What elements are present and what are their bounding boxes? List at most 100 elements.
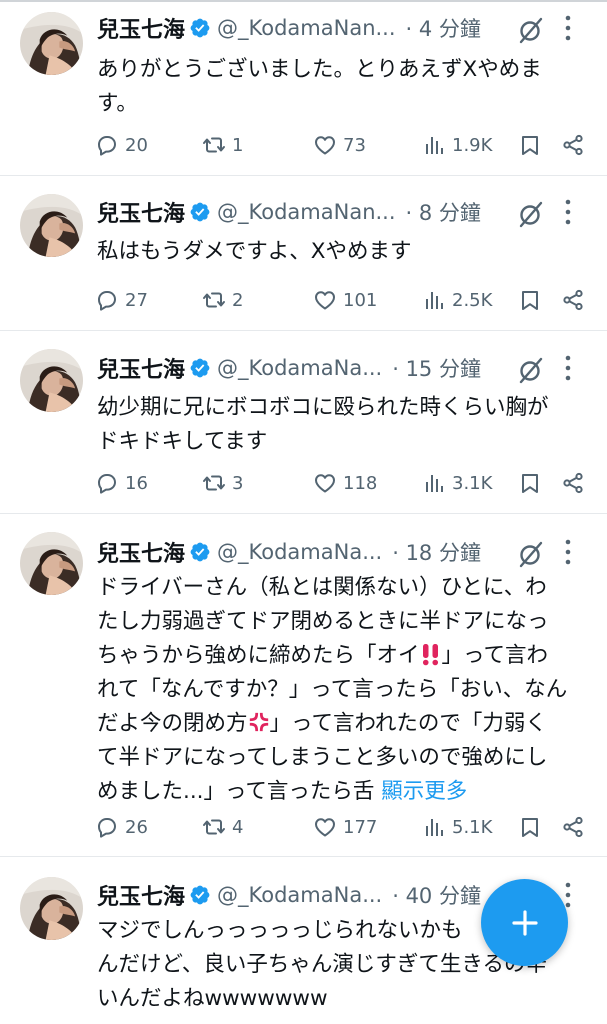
display-name[interactable]: 兒玉七海 [97, 12, 185, 44]
tweet-text: ドライバーさん（私とは関係ない）ひとに、わ たし力弱過ぎてドア閉めるときに半ドア… [97, 571, 592, 809]
more-vertical-icon[interactable] [565, 354, 571, 382]
user-handle[interactable]: @_KodamaNa... [217, 540, 382, 564]
action-bar: 27 2 101 2.5K [95, 285, 595, 315]
like-button[interactable]: 101 [313, 285, 377, 315]
tweet-text-line: ドキドキしてます [97, 429, 268, 454]
retweet-count: 2 [232, 289, 244, 311]
retweet-button[interactable]: 2 [202, 285, 243, 315]
more-vertical-icon[interactable] [565, 881, 571, 909]
reply-icon [95, 815, 119, 839]
timestamp[interactable]: · 40 分鐘 [392, 880, 481, 910]
bookmark-icon [518, 133, 542, 157]
display-name[interactable]: 兒玉七海 [97, 352, 185, 384]
user-handle[interactable]: @_KodamaNa... [217, 883, 382, 907]
tweet-text-line: ドライバーさん（私とは関係ない）ひとに、わ [97, 575, 547, 600]
compose-button[interactable] [481, 879, 568, 966]
tweet[interactable]: 兒玉七海 @_KodamaNa... · 15 分鐘 幼少期に兄にボコボコに殴ら… [0, 331, 607, 514]
avatar[interactable] [20, 12, 83, 75]
retweet-icon [202, 133, 226, 157]
like-button[interactable]: 118 [313, 468, 377, 498]
reply-button[interactable]: 26 [95, 812, 148, 842]
grok-icon[interactable] [517, 200, 545, 228]
heart-icon [313, 815, 337, 839]
user-handle[interactable]: @_KodamaNan... [217, 200, 396, 224]
tweet[interactable]: 兒玉七海 @_KodamaNan... · 4 分鐘 ありがとうございました。と… [0, 0, 607, 176]
views-button[interactable]: 2.5K [422, 285, 492, 315]
tweet-text-span: だよ今の閉め方 [97, 711, 248, 736]
avatar[interactable] [20, 877, 83, 940]
tweet[interactable]: 兒玉七海 @_KodamaNa... · 18 分鐘 ドライバーさん（私とは関係… [0, 514, 607, 857]
timestamp[interactable]: · 15 分鐘 [392, 353, 481, 383]
tweet-text-line: ありがとうございました。とりあえずXやめま [97, 57, 542, 82]
tweet-text-line: めました...」って言ったら舌 顯示更多 [97, 775, 592, 809]
bookmark-icon [518, 471, 542, 495]
grok-icon[interactable] [517, 16, 545, 44]
tweet-text: 幼少期に兄にボコボコに殴られた時くらい胸が ドキドキしてます [97, 391, 592, 459]
avatar[interactable] [20, 349, 83, 412]
action-bar: 20 1 73 1.9K [95, 130, 595, 160]
grok-icon[interactable] [517, 540, 545, 568]
display-name[interactable]: 兒玉七海 [97, 536, 185, 568]
retweet-button[interactable]: 4 [202, 812, 243, 842]
heart-icon [313, 288, 337, 312]
display-name[interactable]: 兒玉七海 [97, 196, 185, 228]
share-button[interactable] [561, 285, 591, 315]
retweet-icon [202, 288, 226, 312]
verified-badge-icon [189, 884, 211, 906]
more-vertical-icon[interactable] [565, 14, 571, 42]
like-count: 118 [343, 472, 378, 494]
reply-button[interactable]: 20 [95, 130, 148, 160]
retweet-count: 4 [232, 816, 244, 838]
display-name[interactable]: 兒玉七海 [97, 879, 185, 911]
bookmark-button[interactable] [518, 812, 548, 842]
more-vertical-icon[interactable] [565, 198, 571, 226]
share-button[interactable] [561, 468, 591, 498]
more-vertical-icon[interactable] [565, 538, 571, 566]
retweet-icon [202, 815, 226, 839]
action-bar: 26 4 177 5.1K [95, 812, 595, 842]
view-count: 2.5K [452, 289, 493, 311]
verified-badge-icon [189, 541, 211, 563]
verified-badge-icon [189, 201, 211, 223]
timestamp[interactable]: · 4 分鐘 [406, 13, 481, 43]
grok-icon[interactable] [517, 356, 545, 384]
show-more-link[interactable]: 顯示更多 [381, 779, 467, 804]
plus-icon [511, 909, 538, 936]
user-handle[interactable]: @_KodamaNa... [217, 356, 382, 380]
retweet-icon [202, 471, 226, 495]
tweet[interactable]: 兒玉七海 @_KodamaNan... · 8 分鐘 私はもうダメですよ、Xやめ… [0, 176, 607, 331]
tweet-text-line: ちゃうから強めに締めたら「オイ 」って言わ [97, 639, 592, 673]
reply-button[interactable]: 16 [95, 468, 148, 498]
timestamp[interactable]: · 18 分鐘 [392, 537, 481, 567]
tweet-text-line: だよ今の閉め方 」って言われたので「力弱く [97, 707, 592, 741]
bookmark-button[interactable] [518, 130, 548, 160]
like-button[interactable]: 73 [313, 130, 366, 160]
like-count: 177 [343, 816, 378, 838]
like-button[interactable]: 177 [313, 812, 377, 842]
user-handle[interactable]: @_KodamaNan... [217, 16, 396, 40]
retweet-button[interactable]: 3 [202, 468, 243, 498]
timestamp[interactable]: · 8 分鐘 [406, 197, 481, 227]
view-count: 1.9K [452, 134, 493, 156]
views-button[interactable]: 3.1K [422, 468, 492, 498]
tweet-text-line: て半ドアになってしまうこと多いので強めにし [97, 745, 548, 770]
avatar[interactable] [20, 532, 83, 595]
reply-icon [95, 288, 119, 312]
avatar[interactable] [20, 194, 83, 257]
share-button[interactable] [561, 812, 591, 842]
tweet-text-line: 私はもうダメですよ、Xやめます [97, 239, 412, 264]
like-count: 73 [343, 134, 366, 156]
bookmark-button[interactable] [518, 468, 548, 498]
retweet-button[interactable]: 1 [202, 130, 243, 160]
tweet-text: ありがとうございました。とりあえずXやめま す。 [97, 53, 592, 121]
share-icon [561, 288, 585, 312]
reply-count: 16 [125, 472, 148, 494]
share-button[interactable] [561, 130, 591, 160]
verified-badge-icon [189, 17, 211, 39]
views-button[interactable]: 1.9K [422, 130, 492, 160]
reply-button[interactable]: 27 [95, 285, 148, 315]
bookmark-button[interactable] [518, 285, 548, 315]
views-button[interactable]: 5.1K [422, 812, 492, 842]
tweet-text-span: ちゃうから強めに締めたら「オイ [97, 643, 420, 668]
view-count: 3.1K [452, 472, 493, 494]
